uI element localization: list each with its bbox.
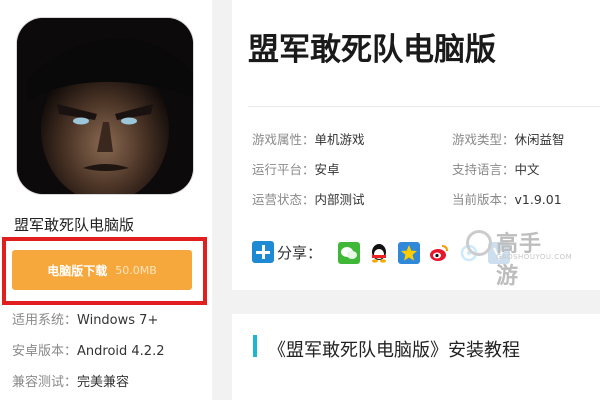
info-compat: 兼容测试：完美兼容 xyxy=(12,375,130,390)
tutorial-accent-bar xyxy=(253,335,257,357)
meta-attribute: 游戏属性：单机游戏 xyxy=(252,132,365,147)
meta-version: 当前版本：v1.9.01 xyxy=(452,192,562,207)
meta-type: 游戏类型：休闲益智 xyxy=(452,132,565,147)
meta-platform: 运行平台：安卓 xyxy=(252,162,340,177)
qq-icon[interactable] xyxy=(368,242,390,264)
weibo-icon[interactable] xyxy=(428,242,450,264)
soldier-portrait-icon xyxy=(17,18,193,194)
meta-language: 支持语言：中文 xyxy=(452,162,540,177)
page-title: 盟军敢死队电脑版 xyxy=(248,32,496,68)
app-sidebar-card: 盟军敢死队电脑版 电脑版下载 50.0MB 适用系统：Windows 7+ 安卓… xyxy=(0,0,212,400)
qzone-icon[interactable] xyxy=(398,242,420,264)
watermark-logo-icon xyxy=(466,230,492,256)
share-plus-icon[interactable] xyxy=(252,241,274,263)
wechat-icon[interactable] xyxy=(338,242,360,264)
watermark: 高手游 GAOSHOUYOU.COM xyxy=(460,222,572,289)
info-os: 适用系统：Windows 7+ xyxy=(12,313,159,328)
divider xyxy=(248,106,600,107)
meta-status: 运营状态：内部测试 xyxy=(252,192,365,207)
pc-download-button[interactable]: 电脑版下载 50.0MB xyxy=(12,250,192,290)
app-icon[interactable] xyxy=(17,18,193,194)
download-label: 电脑版下载 xyxy=(47,263,108,278)
app-name: 盟军敢死队电脑版 xyxy=(14,216,135,234)
share-row: 分享： xyxy=(252,240,322,264)
watermark-subtext: GAOSHOUYOU.COM xyxy=(496,253,573,261)
tutorial-title: 《盟军敢死队电脑版》安装教程 xyxy=(268,340,520,361)
info-android: 安卓版本：Android 4.2.2 xyxy=(12,344,165,359)
share-label: 分享： xyxy=(277,243,323,262)
download-size: 50.0MB xyxy=(115,263,157,277)
